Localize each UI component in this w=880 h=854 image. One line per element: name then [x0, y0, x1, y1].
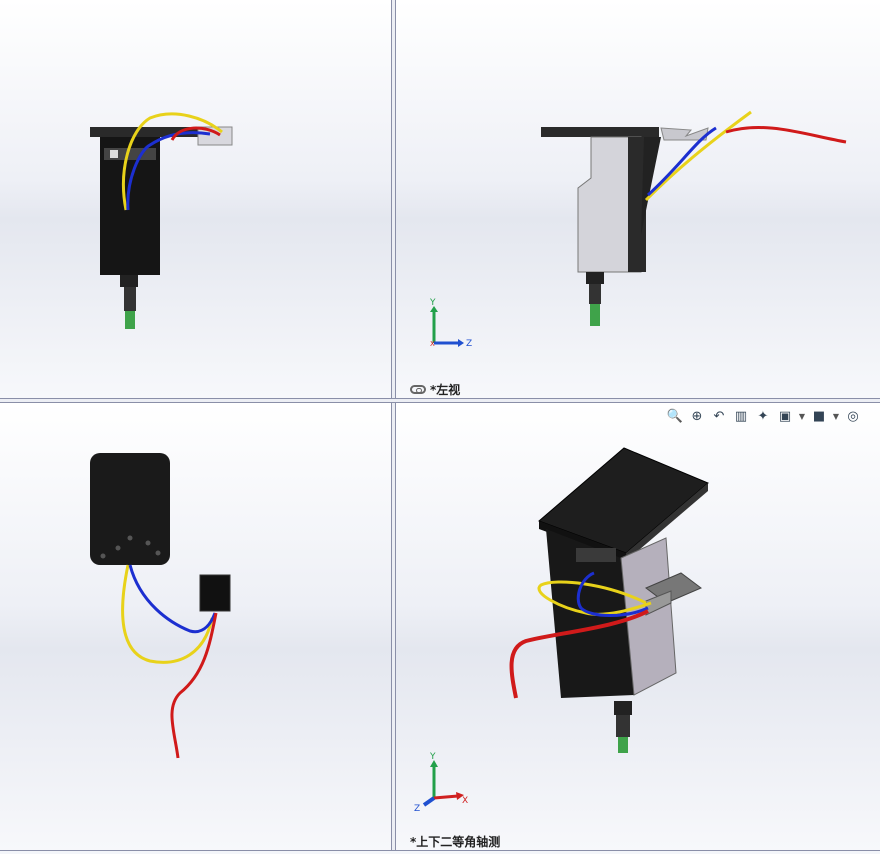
cable-gland	[589, 284, 601, 304]
viewport-top-left[interactable]	[0, 0, 391, 398]
top-plate	[90, 453, 170, 565]
green-connector	[125, 311, 135, 329]
model-isometric-view: Y X Z	[414, 447, 709, 814]
green-connector	[618, 737, 628, 753]
mount-hole	[127, 535, 133, 541]
body-label	[110, 150, 118, 158]
triad-x-axis	[433, 794, 459, 800]
mount-hole	[155, 550, 161, 556]
body-window	[576, 548, 616, 562]
cable-gland	[124, 287, 136, 311]
viewport-isometric[interactable]: 🔍 ⊕ ↶ ▥ ✦ ▣ ▼ ■ ▼ ◎ Y X Z *上下二等角轴测	[396, 403, 880, 850]
mount-hole	[115, 545, 121, 551]
top-plate	[541, 127, 659, 137]
view-label-isometric: *上下二等角轴测	[410, 833, 500, 850]
left-view-text: *左视	[430, 383, 461, 397]
connector-nut	[120, 275, 138, 287]
viewport-splitter-vertical[interactable]	[391, 0, 396, 854]
connector-nut	[614, 701, 632, 715]
wire-red	[170, 612, 218, 759]
triad-z-label: Z	[414, 804, 420, 814]
triad-x-label: X	[462, 796, 468, 806]
link-view-icon[interactable]	[410, 385, 426, 394]
model-front-view	[90, 112, 233, 329]
wire-yellow	[644, 110, 752, 202]
viewport-left-view[interactable]: Y Z X *左视	[396, 0, 880, 398]
cable-gland	[616, 715, 630, 737]
triad-z-label: Z	[466, 339, 472, 349]
triad-x-label: X	[430, 340, 435, 348]
terminal-block	[199, 574, 231, 612]
isometric-view-text: *上下二等角轴测	[410, 835, 501, 849]
green-connector	[590, 304, 600, 326]
viewport-splitter-horizontal[interactable]	[0, 398, 880, 403]
window-bottom-border	[0, 850, 880, 854]
triad-z-arrow	[458, 339, 464, 347]
mount-hole	[145, 540, 151, 546]
model-left-view: Y Z X	[429, 110, 847, 349]
triad-y-label: Y	[429, 298, 436, 308]
triad-z-axis	[422, 796, 436, 807]
view-label-left: *左视	[410, 381, 460, 398]
viewport-bottom-left[interactable]	[0, 403, 391, 850]
mount-hole	[100, 553, 106, 559]
cad-window: Y Z X *左视 🔍 ⊕ ↶ ▥ ✦ ▣ ▼ ■ ▼ ◎ Y X Z *上下二…	[0, 0, 880, 854]
triad-y-label: Y	[429, 752, 436, 762]
connector-nut	[586, 272, 604, 284]
model-top-view	[90, 453, 231, 759]
wire-red	[725, 126, 847, 144]
